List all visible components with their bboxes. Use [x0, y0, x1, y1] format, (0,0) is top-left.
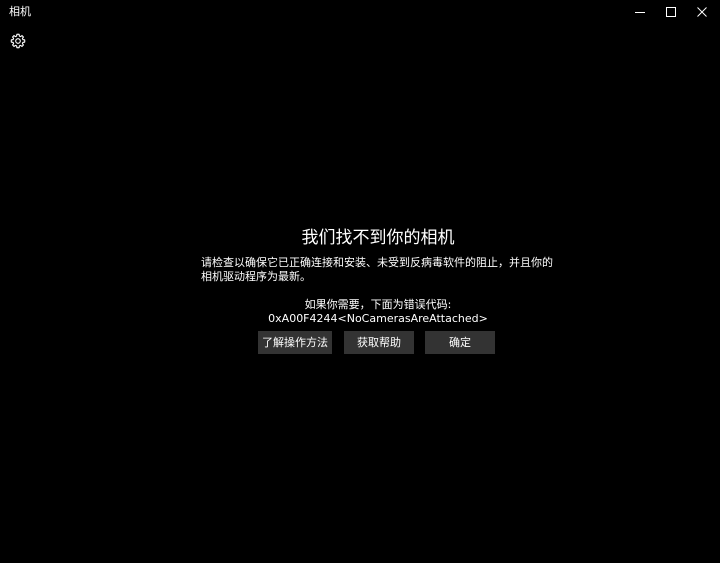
ok-button[interactable]: 确定: [425, 331, 495, 354]
close-icon: [697, 7, 707, 17]
error-headline: 我们找不到你的相机: [301, 228, 455, 248]
error-message: 我们找不到你的相机 请检查以确保它已正确连接和安装、未受到反病毒软件的阻止，并且…: [0, 226, 720, 326]
app-title: 相机: [9, 5, 31, 18]
camera-window: 相机 我们找不到你的相机 请检查以确保它已正确连接和安装、未受到反病毒软件的阻止…: [0, 0, 720, 563]
error-description: 请检查以确保它已正确连接和安装、未受到反病毒软件的阻止，并且你的相机驱动程序为最…: [201, 256, 553, 283]
settings-button[interactable]: [8, 31, 28, 51]
maximize-icon: [666, 7, 676, 17]
learn-how-button[interactable]: 了解操作方法: [258, 331, 332, 354]
error-code-value: 0xA00F4244<NoCamerasAreAttached>: [268, 312, 488, 325]
error-code-label: 如果你需要，下面为错误代码:: [304, 298, 452, 311]
maximize-button[interactable]: [655, 0, 687, 24]
minimize-icon: [635, 12, 645, 13]
title-bar: 相机: [0, 0, 720, 24]
gear-icon: [10, 33, 26, 49]
get-help-button[interactable]: 获取帮助: [344, 331, 414, 354]
close-button[interactable]: [686, 0, 718, 24]
minimize-button[interactable]: [624, 0, 656, 24]
